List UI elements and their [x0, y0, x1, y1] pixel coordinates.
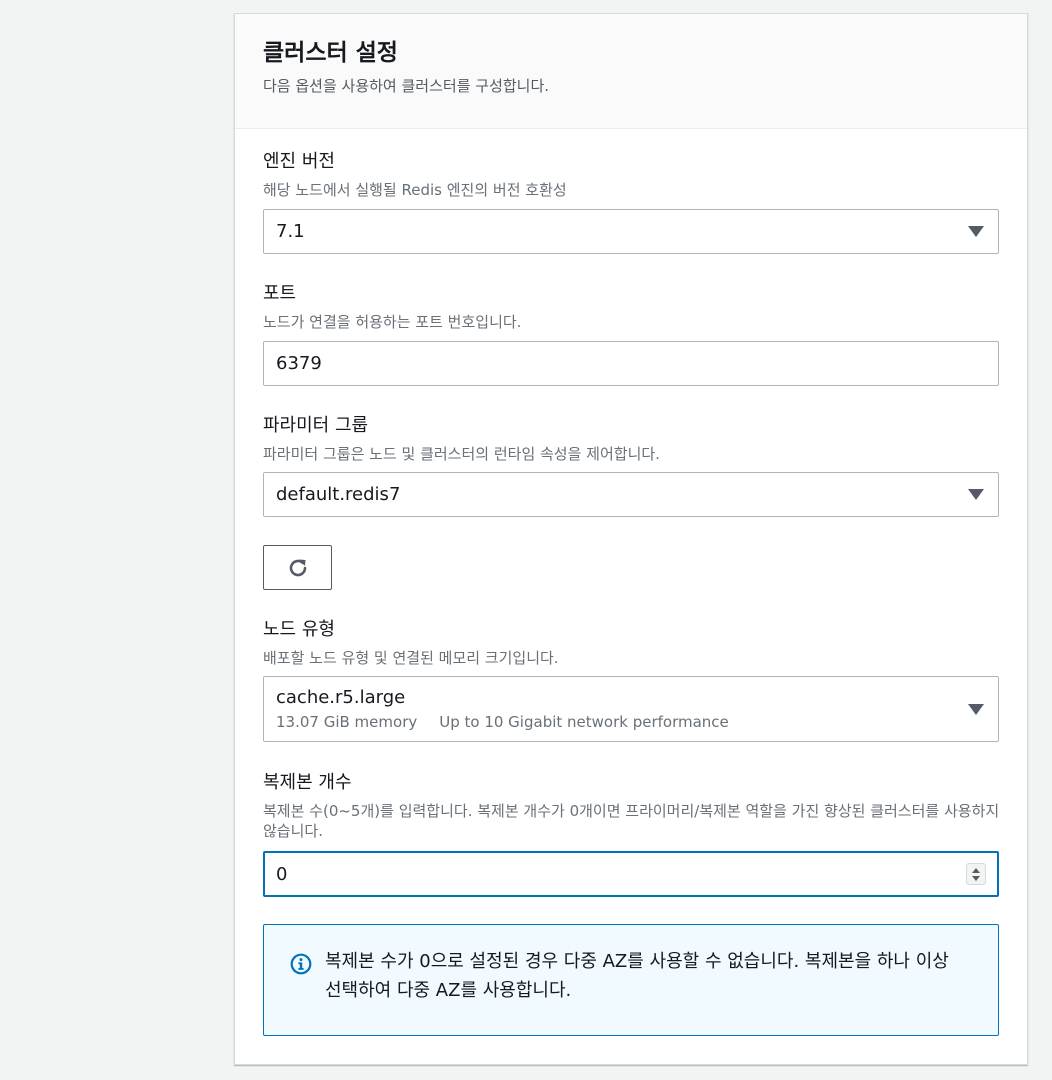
node-type-text: cache.r5.large 13.07 GiB memory Up to 10 …: [276, 686, 968, 732]
node-type-details: 13.07 GiB memory Up to 10 Gigabit network…: [276, 712, 968, 732]
node-type-description: 배포할 노드 유형 및 연결된 메모리 크기입니다.: [263, 649, 559, 667]
caret-down-icon: [968, 489, 984, 500]
engine-version-description: 해당 노드에서 실행될 Redis 엔진의 버전 호환성: [263, 181, 567, 199]
parameter-group-description: 파라미터 그룹은 노드 및 클러스터의 런타임 속성을 제어합니다.: [263, 445, 660, 463]
engine-version-select[interactable]: 7.1: [263, 209, 999, 254]
refresh-icon: [289, 559, 306, 576]
node-type-select[interactable]: cache.r5.large 13.07 GiB memory Up to 10 …: [263, 676, 999, 742]
number-stepper[interactable]: [966, 863, 986, 885]
node-type-label: 노드 유형: [263, 619, 335, 640]
info-text: 복제본 수가 0으로 설정된 경우 다중 AZ를 사용할 수 없습니다. 복제본…: [325, 951, 949, 1001]
multi-az-info-alert: 복제본 수가 0으로 설정된 경우 다중 AZ를 사용할 수 없습니다. 복제본…: [263, 924, 999, 1036]
parameter-group-select[interactable]: default.redis7: [263, 472, 999, 517]
replicas-label: 복제본 개수: [263, 772, 352, 793]
node-network: Up to 10 Gigabit network performance: [439, 713, 729, 731]
port-input[interactable]: 6379: [263, 341, 999, 386]
refresh-parameter-groups-button[interactable]: [263, 545, 332, 590]
engine-version-value: 7.1: [276, 221, 305, 242]
panel-title: 클러스터 설정: [263, 40, 398, 66]
caret-down-icon: [968, 703, 984, 715]
port-label: 포트: [263, 283, 297, 304]
replicas-value: 0: [276, 863, 288, 885]
panel-description: 다음 옵션을 사용하여 클러스터를 구성합니다.: [263, 77, 550, 95]
replicas-description: 복제본 수(0~5개)를 입력합니다. 복제본 개수가 0개이면 프라이머리/복…: [263, 802, 1000, 840]
parameter-group-label: 파라미터 그룹: [263, 415, 369, 436]
parameter-group-value: default.redis7: [276, 484, 401, 505]
node-memory: 13.07 GiB memory: [276, 713, 418, 731]
engine-version-label: 엔진 버전: [263, 151, 335, 172]
panel-header: 클러스터 설정 다음 옵션을 사용하여 클러스터를 구성합니다.: [235, 14, 1027, 129]
port-value: 6379: [276, 353, 322, 374]
caret-down-icon: [968, 226, 984, 237]
replicas-input[interactable]: 0: [263, 851, 999, 897]
stepper-up-icon[interactable]: [972, 867, 980, 873]
cluster-settings-panel: 클러스터 설정 다음 옵션을 사용하여 클러스터를 구성합니다. 엔진 버전 해…: [234, 13, 1028, 1065]
port-description: 노드가 연결을 허용하는 포트 번호입니다.: [263, 313, 522, 331]
stepper-down-icon[interactable]: [972, 875, 980, 881]
info-icon: [290, 953, 312, 975]
node-type-value: cache.r5.large: [276, 687, 406, 708]
